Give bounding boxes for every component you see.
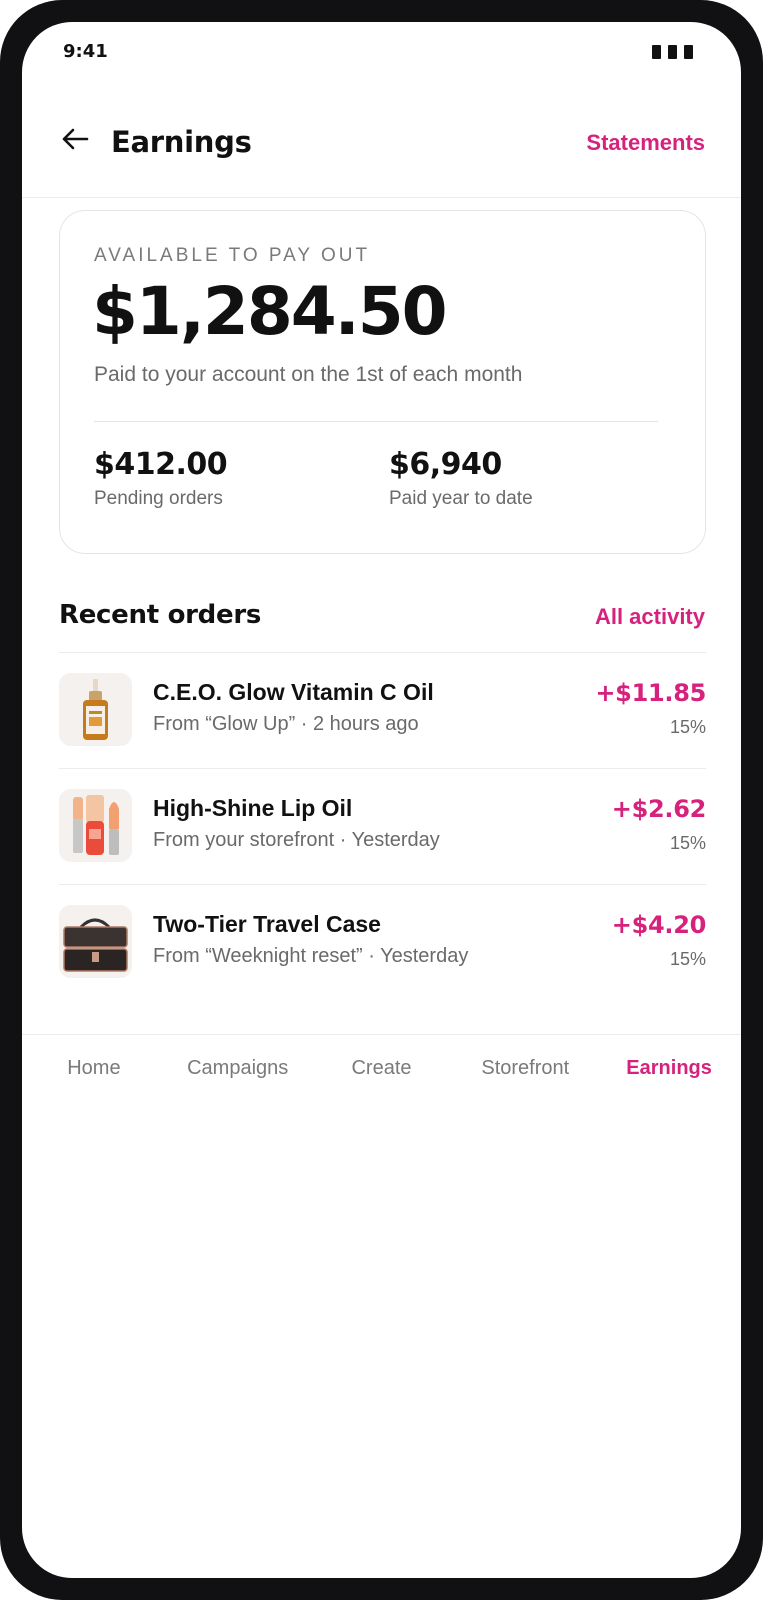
status-bar: 9:41 <box>22 22 741 82</box>
order-source: From “Weeknight reset” · Yesterday <box>153 945 469 967</box>
lip-oil-icon <box>59 789 132 862</box>
battery-icon <box>652 45 693 59</box>
app-screen: 9:41 Earnings Statements AVAILABLE TO PA… <box>22 22 741 1578</box>
recent-orders-list: C.E.O. Glow Vitamin C Oil From “Glow Up”… <box>59 652 706 1001</box>
payout-amount: $1,284.50 <box>92 273 448 350</box>
tab-storefront[interactable]: Storefront <box>453 1035 597 1106</box>
serum-bottle-icon <box>59 673 132 746</box>
order-row[interactable]: Two-Tier Travel Case From “Weeknight res… <box>59 885 706 1001</box>
recent-orders-title: Recent orders <box>59 600 262 630</box>
device-frame: 9:41 Earnings Statements AVAILABLE TO PA… <box>0 0 763 1600</box>
all-activity-link[interactable]: All activity <box>595 604 705 630</box>
order-name: High-Shine Lip Oil <box>153 795 353 821</box>
stat-pending: $412.00 Pending orders <box>94 447 228 510</box>
statements-link[interactable]: Statements <box>586 130 705 156</box>
order-name: Two-Tier Travel Case <box>153 911 381 937</box>
order-amount: +$4.20 <box>611 911 707 939</box>
payout-summary-card: AVAILABLE TO PAY OUT $1,284.50 Paid to y… <box>59 210 706 554</box>
payout-note: Paid to your account on the 1st of each … <box>94 363 523 386</box>
tab-earnings[interactable]: Earnings <box>597 1035 741 1106</box>
tab-home[interactable]: Home <box>22 1035 166 1106</box>
stat-paid-ytd-value: $6,940 <box>389 447 502 482</box>
order-row[interactable]: C.E.O. Glow Vitamin C Oil From “Glow Up”… <box>59 653 706 769</box>
order-amount: +$2.62 <box>611 795 707 823</box>
page-header: Earnings Statements <box>22 82 741 198</box>
travel-case-icon <box>59 905 132 978</box>
order-commission-rate: 15% <box>669 833 706 853</box>
stat-pending-value: $412.00 <box>94 447 228 482</box>
arrow-left-icon <box>62 128 89 150</box>
stat-paid-ytd: $6,940 Paid year to date <box>389 447 533 510</box>
order-commission-rate: 15% <box>669 717 706 737</box>
back-button[interactable] <box>58 122 92 156</box>
stat-pending-label: Pending orders <box>94 488 223 509</box>
status-time: 9:41 <box>63 41 108 62</box>
payout-label: AVAILABLE TO PAY OUT <box>94 245 371 266</box>
tab-create[interactable]: Create <box>310 1035 454 1106</box>
order-source: From “Glow Up” · 2 hours ago <box>153 713 419 735</box>
tab-campaigns[interactable]: Campaigns <box>166 1035 310 1106</box>
order-commission-rate: 15% <box>669 949 706 969</box>
card-divider <box>94 421 658 422</box>
bottom-tab-bar: Home Campaigns Create Storefront Earning… <box>22 1034 741 1106</box>
stat-paid-ytd-label: Paid year to date <box>389 488 533 509</box>
order-row[interactable]: High-Shine Lip Oil From your storefront … <box>59 769 706 885</box>
order-name: C.E.O. Glow Vitamin C Oil <box>153 679 434 705</box>
order-amount: +$11.85 <box>595 679 706 707</box>
order-source: From your storefront · Yesterday <box>153 829 440 851</box>
page-title: Earnings <box>111 125 252 159</box>
